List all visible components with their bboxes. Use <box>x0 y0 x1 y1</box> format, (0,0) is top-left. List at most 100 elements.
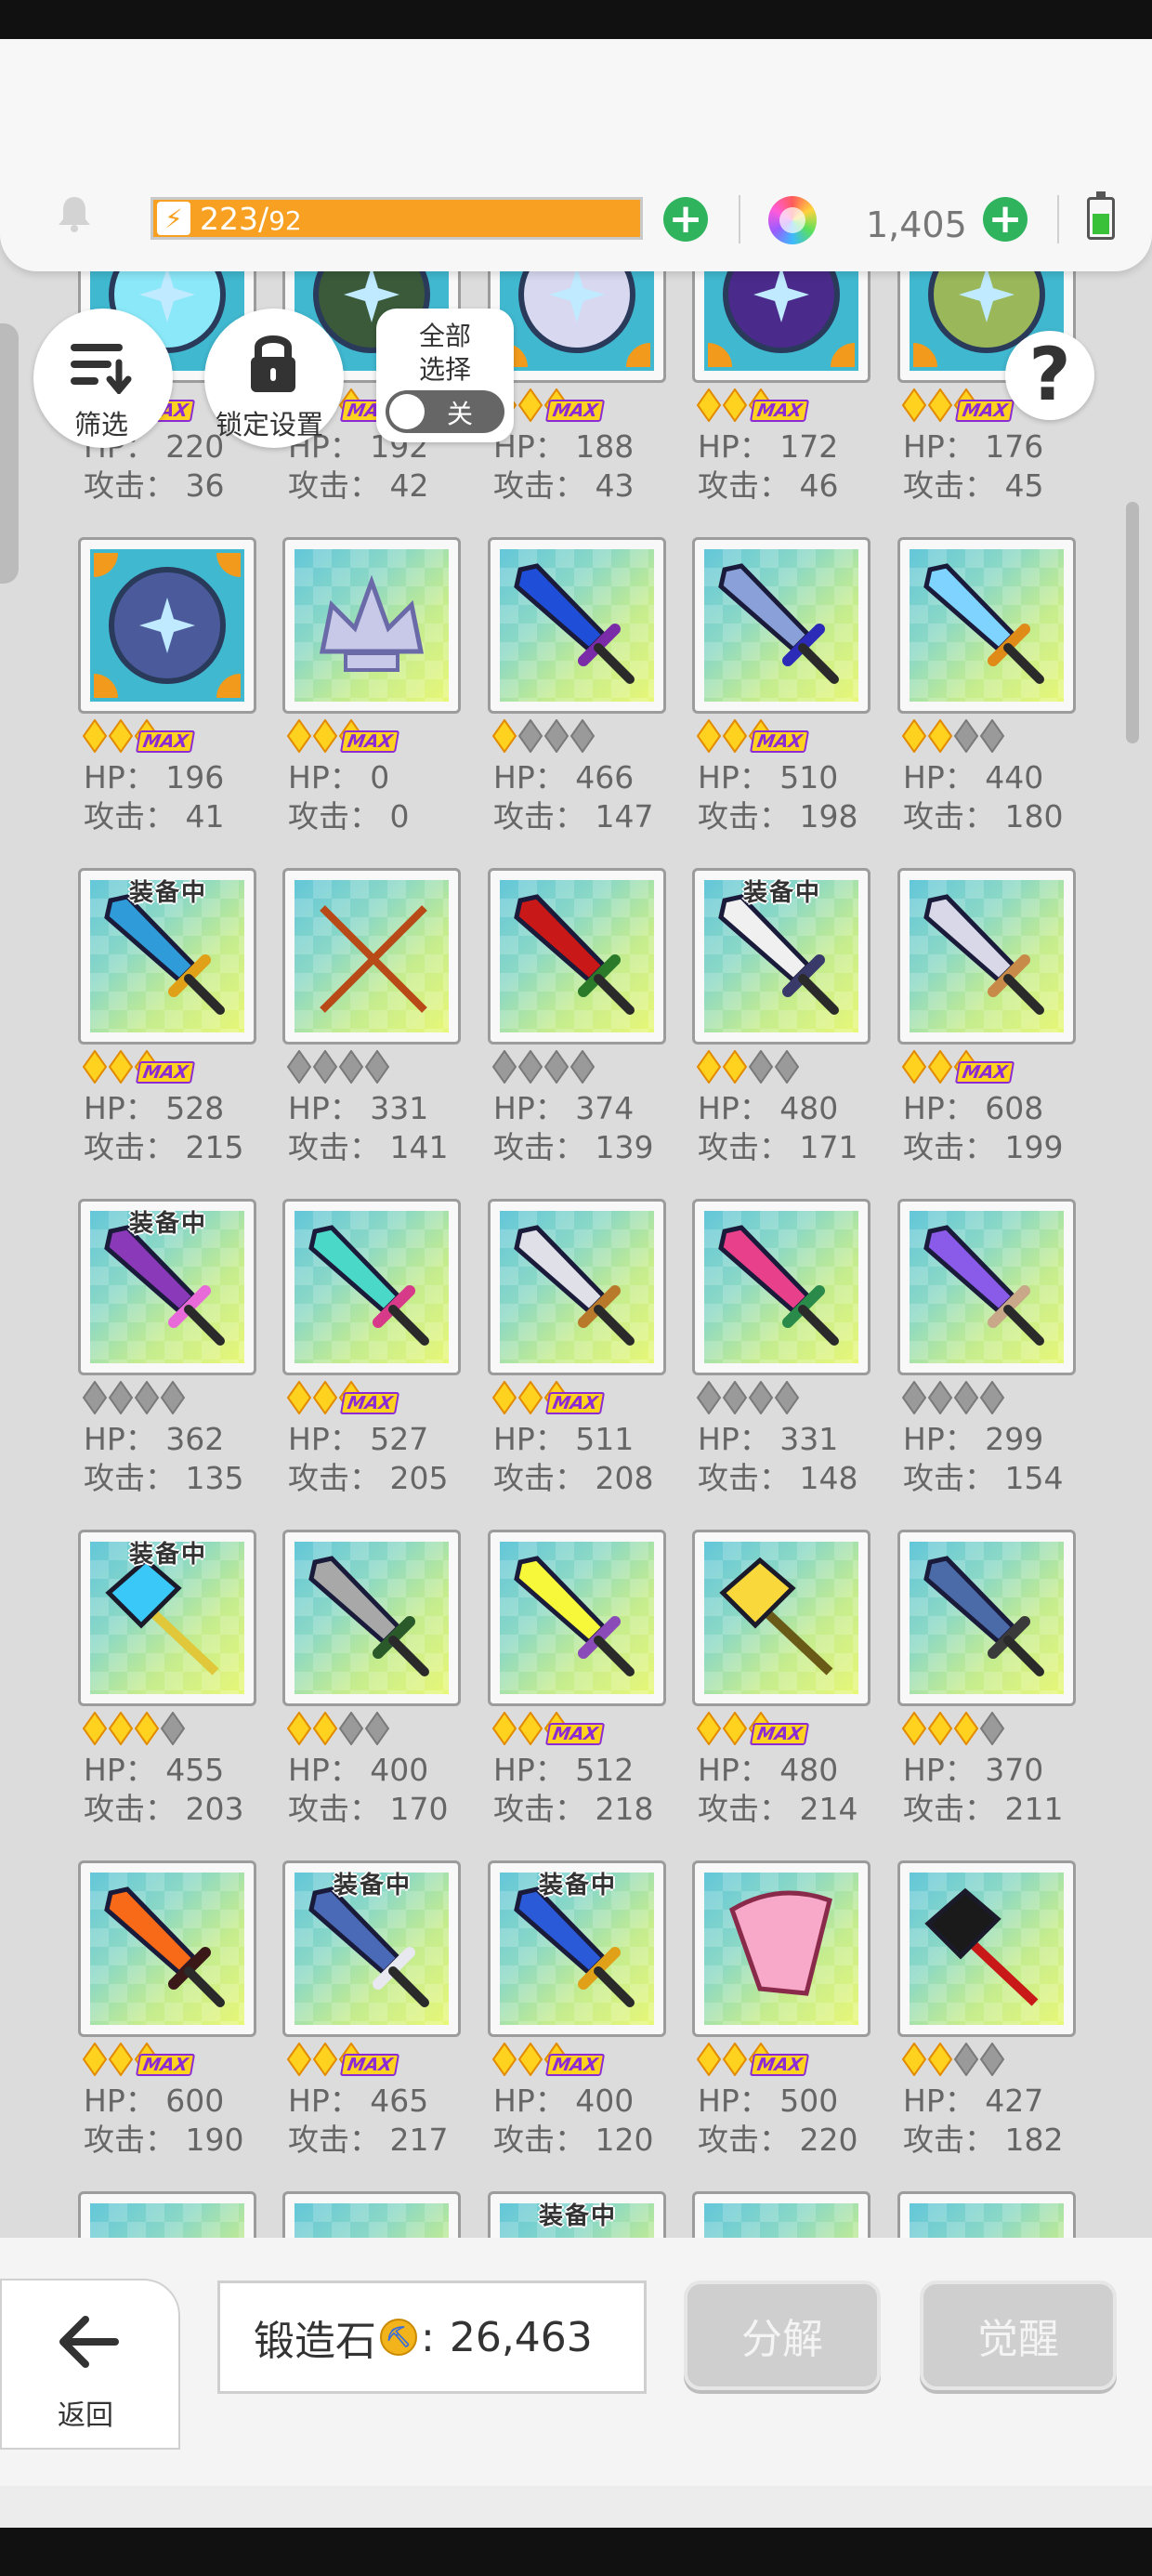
gold-star-icon <box>517 1712 543 1745</box>
compass-orb-icon <box>109 567 226 684</box>
weapon-frame <box>897 537 1076 714</box>
toggle-knob <box>389 394 425 429</box>
back-button[interactable]: 返回 <box>0 2279 180 2450</box>
gray-star-icon <box>748 1050 774 1084</box>
gold-star-icon <box>927 2043 953 2076</box>
add-gems-button[interactable]: + <box>983 197 1028 242</box>
hp-stat: HP： 331 <box>698 1421 839 1457</box>
hp-stat: HP： 188 <box>493 428 635 465</box>
gold-star-icon <box>696 719 722 753</box>
attack-stat: 攻击： 220 <box>698 2122 858 2158</box>
weapon-portrait <box>500 1542 654 1694</box>
gold-star-icon <box>517 2043 543 2076</box>
gray-star-icon <box>543 719 569 753</box>
dismantle-button[interactable]: 分解 <box>684 2280 881 2390</box>
awaken-button[interactable]: 觉醒 <box>920 2280 1117 2390</box>
back-arrow-icon <box>59 2316 119 2368</box>
attack-stat: 攻击： 217 <box>288 2122 449 2158</box>
forge-stone-label: 锻造石 <box>254 2318 376 2365</box>
gray-star-icon <box>134 1381 160 1414</box>
equipped-tag: 装备中 <box>742 879 821 907</box>
star-rating: MAX <box>901 1050 1015 1084</box>
gold-star-icon <box>134 1712 160 1745</box>
gray-star-icon <box>569 719 596 753</box>
attack-stat: 攻击： 147 <box>493 798 654 835</box>
rainbow-sword-icon <box>923 563 1044 684</box>
gold-star-icon <box>722 2043 748 2076</box>
select-all-toggle[interactable]: 关 <box>386 390 504 433</box>
top-resource-bar: ⚡ 223/92 + 1,405 + <box>0 39 1152 271</box>
max-badge: MAX <box>135 2054 196 2076</box>
star-rating: MAX <box>491 1381 606 1414</box>
equipped-tag: 装备中 <box>128 1210 207 1238</box>
weapon-portrait <box>90 549 244 702</box>
weapon-portrait <box>704 1211 858 1363</box>
star-rating: MAX <box>82 719 196 753</box>
star-rating: MAX <box>491 2043 606 2076</box>
weapon-frame <box>282 1199 461 1375</box>
gold-star-icon <box>927 1050 953 1084</box>
energy-max: 92 <box>268 204 302 236</box>
hp-stat: HP： 440 <box>903 759 1044 795</box>
weapon-frame <box>692 1199 871 1375</box>
gold-star-icon <box>517 388 543 422</box>
hp-stat: HP： 0 <box>288 759 390 795</box>
max-badge: MAX <box>339 730 400 753</box>
weapon-frame <box>897 1530 1076 1706</box>
bell-icon[interactable] <box>54 193 95 234</box>
gold-star-icon <box>901 2043 927 2076</box>
star-rating <box>901 1712 1005 1745</box>
gold-star-icon <box>108 1712 134 1745</box>
weapon-portrait <box>295 1542 449 1694</box>
weapon-portrait <box>910 1542 1064 1694</box>
battery-icon <box>1087 191 1115 240</box>
weapon-frame <box>488 1530 666 1706</box>
star-rating: MAX <box>286 2043 400 2076</box>
gray-star-icon <box>286 1050 312 1084</box>
gold-star-icon <box>722 719 748 753</box>
side-drawer-handle[interactable] <box>0 323 19 584</box>
gray-star-icon <box>364 1050 390 1084</box>
gem-count: 1,405 <box>866 204 967 245</box>
star-rating <box>286 1712 390 1745</box>
violet-sword-icon <box>923 1225 1044 1346</box>
select-all-panel: 全部 选择 关 <box>376 309 514 442</box>
attack-stat: 攻击： 218 <box>493 1791 654 1827</box>
star-rating: MAX <box>491 1712 606 1745</box>
attack-stat: 攻击： 36 <box>84 467 225 504</box>
weapon-frame <box>692 1530 871 1706</box>
weapon-portrait <box>910 880 1064 1032</box>
star-rating <box>901 2043 1005 2076</box>
gold-star-icon <box>312 719 338 753</box>
gray-star-icon <box>338 1050 364 1084</box>
max-badge: MAX <box>544 400 606 422</box>
help-button[interactable]: ? <box>1005 331 1094 420</box>
gray-star-icon <box>748 1381 774 1414</box>
weapon-frame <box>897 868 1076 1045</box>
weapon-portrait <box>295 880 449 1032</box>
attack-stat: 攻击： 190 <box>84 2122 244 2158</box>
hp-stat: HP： 331 <box>288 1090 429 1126</box>
star-rating <box>901 719 1005 753</box>
add-energy-button[interactable]: + <box>663 197 708 242</box>
attack-stat: 攻击： 208 <box>493 1460 654 1496</box>
gray-star-icon <box>979 2043 1005 2076</box>
max-badge: MAX <box>749 1723 810 1745</box>
star-rating <box>82 1712 186 1745</box>
status-bar <box>0 0 1152 39</box>
hp-stat: HP： 527 <box>288 1421 429 1457</box>
hp-stat: HP： 480 <box>698 1090 839 1126</box>
scrollbar[interactable] <box>1126 502 1139 743</box>
gold-star-icon <box>108 719 134 753</box>
weapon-frame <box>692 1860 871 2037</box>
equipped-tag: 装备中 <box>128 879 207 907</box>
divider <box>1057 195 1059 243</box>
forge-stone-icon: ⛏ <box>380 2319 417 2356</box>
star-rating: MAX <box>286 719 400 753</box>
gold-star-icon <box>82 2043 108 2076</box>
attack-stat: 攻击： 139 <box>493 1129 654 1165</box>
gray-star-icon <box>979 1712 1005 1745</box>
gold-star-icon <box>286 719 312 753</box>
max-badge: MAX <box>954 400 1015 422</box>
hp-stat: HP： 511 <box>493 1421 635 1457</box>
